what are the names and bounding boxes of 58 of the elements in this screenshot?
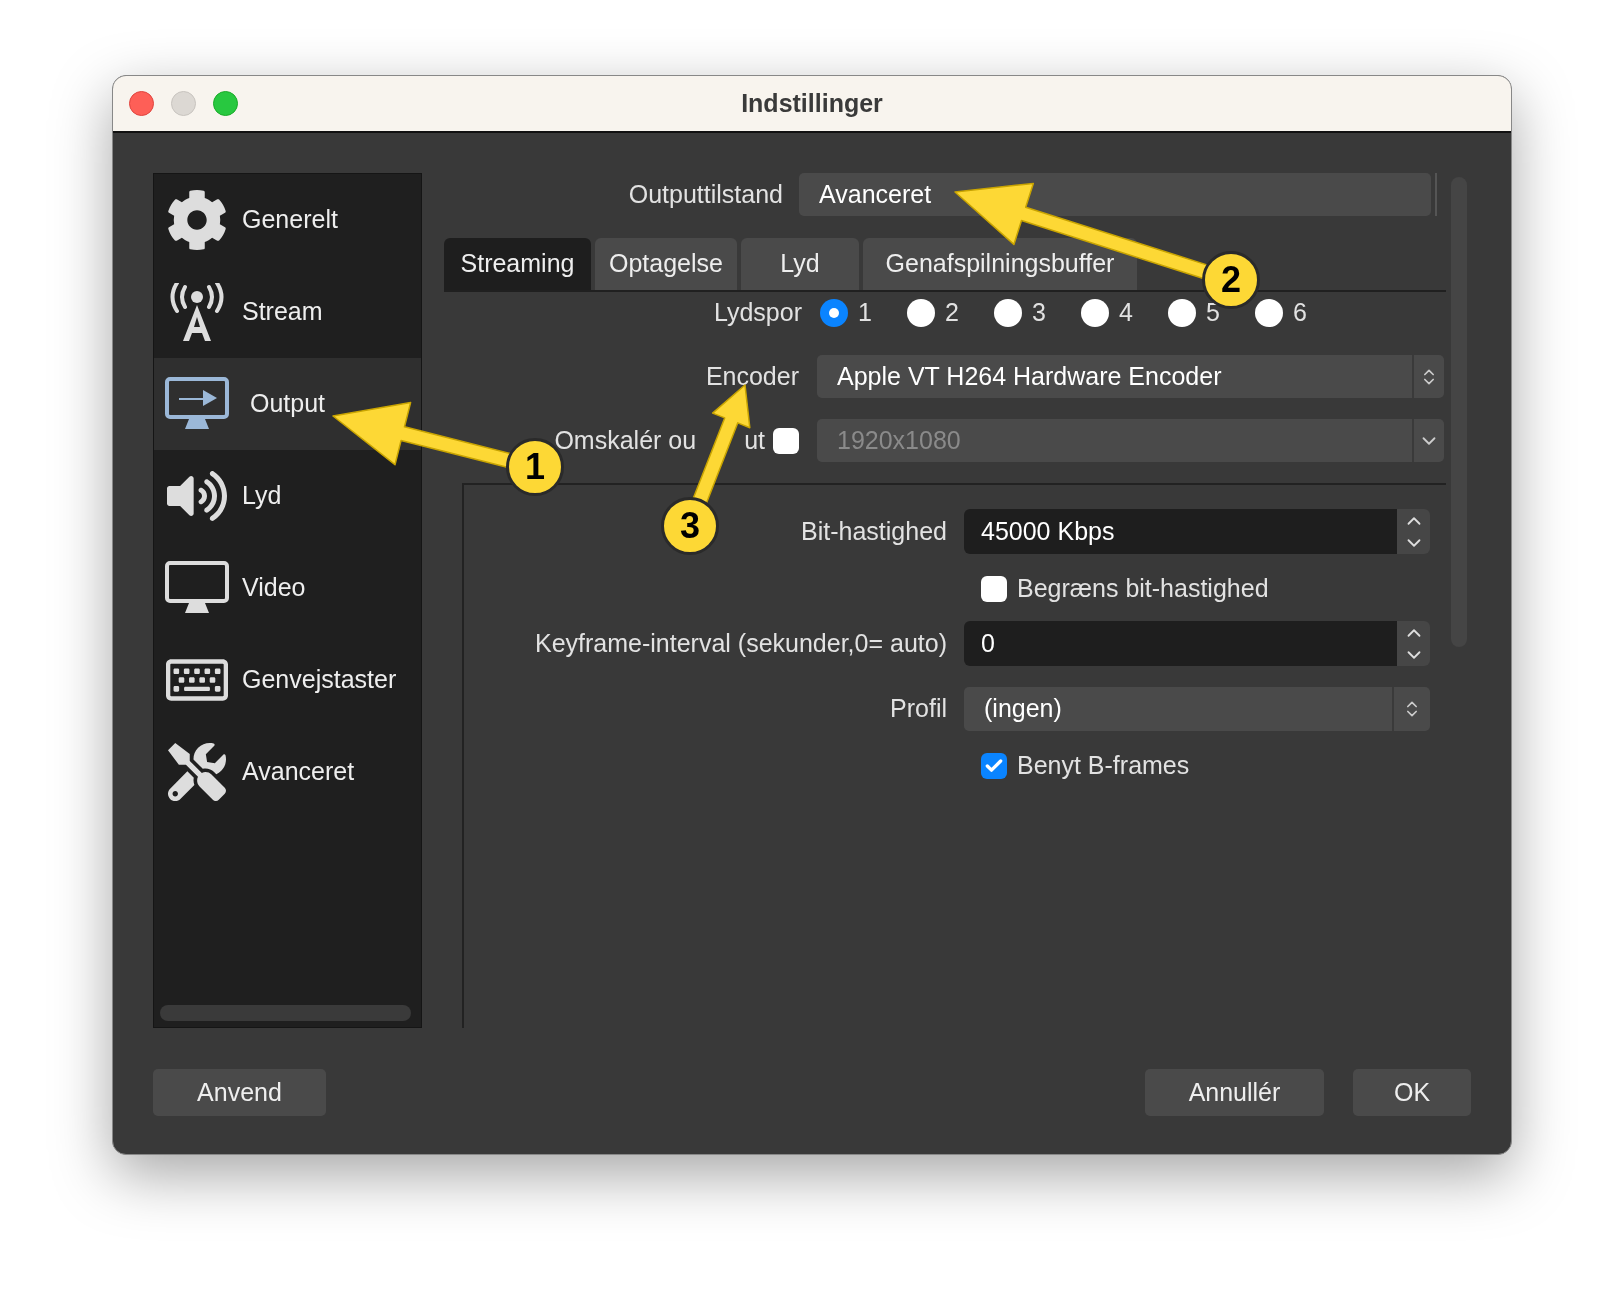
tab[interactable]: Lyd: [741, 238, 859, 290]
radio-button[interactable]: [1168, 299, 1196, 327]
sidebar-item[interactable]: Genvejstaster: [154, 634, 421, 726]
spinner[interactable]: [1397, 621, 1430, 666]
gear-icon: [166, 189, 228, 251]
field-label: Encoder: [704, 360, 800, 392]
radio-label: 3: [1032, 297, 1046, 329]
dropdown[interactable]: Avanceret: [799, 173, 1431, 216]
field-label: Lydspor: [713, 297, 803, 329]
sidebar-item[interactable]: Stream: [154, 266, 421, 358]
sidebar-item[interactable]: Generelt: [154, 174, 421, 266]
sidebar-label: Video: [242, 572, 306, 604]
radio-label: 2: [945, 297, 959, 329]
dropdown[interactable]: (ingen): [964, 687, 1430, 731]
number-field[interactable]: 0: [964, 621, 1397, 666]
radio-button[interactable]: [907, 299, 935, 327]
checkbox-label: Begræns bit-hastighed: [1017, 573, 1269, 605]
radio-button[interactable]: [1255, 299, 1283, 327]
sidebar-label: Lyd: [242, 480, 282, 512]
tools-icon: [168, 743, 226, 801]
field-label: Profil: [890, 693, 947, 725]
sidebar-label: Genvejstaster: [242, 664, 397, 696]
cancel-button[interactable]: Annullér: [1145, 1069, 1324, 1116]
field-label: Outputtilstand: [627, 178, 784, 210]
sidebar-item[interactable]: Avanceret: [154, 726, 421, 818]
sidebar-label: Avanceret: [242, 756, 355, 788]
tab[interactable]: Optagelse: [595, 238, 737, 290]
ok-button[interactable]: OK: [1353, 1069, 1471, 1116]
checkbox[interactable]: [981, 576, 1007, 602]
number-field[interactable]: 45000 Kbps: [964, 509, 1397, 554]
close-button[interactable]: [129, 91, 154, 116]
apply-button[interactable]: Anvend: [153, 1069, 326, 1116]
sidebar-label: Output: [249, 388, 326, 420]
radio-label: 6: [1293, 297, 1307, 329]
checkbox[interactable]: [981, 753, 1007, 779]
monitor-icon: [165, 561, 229, 615]
sidebar-item[interactable]: Output: [154, 358, 421, 450]
radio-label: 1: [858, 297, 872, 329]
sidebar-label: Stream: [242, 296, 323, 328]
monitor-arrow-icon: [165, 377, 229, 431]
spinner[interactable]: [1397, 509, 1430, 554]
radio-button[interactable]: [994, 299, 1022, 327]
field-label: Bit-hastighed: [801, 515, 947, 547]
field-label: Keyframe-interval (sekunder,0= auto): [535, 627, 947, 659]
sidebar-item[interactable]: Video: [154, 542, 421, 634]
tab[interactable]: Genafspilningsbuffer: [863, 238, 1137, 290]
radio-label: 4: [1119, 297, 1133, 329]
scrollbar[interactable]: [160, 1005, 411, 1021]
sidebar-item[interactable]: Lyd: [154, 450, 421, 542]
checkbox-label: Benyt B-frames: [1017, 750, 1190, 782]
radio-button[interactable]: [1081, 299, 1109, 327]
field-label: ut: [744, 424, 765, 456]
window-title: Indstillinger: [741, 87, 883, 119]
zoom-button[interactable]: [213, 91, 238, 116]
dropdown[interactable]: Apple VT H264 Hardware Encoder: [817, 355, 1444, 398]
sidebar-label: Generelt: [242, 204, 338, 236]
tab[interactable]: Streaming: [444, 238, 591, 290]
radio-button[interactable]: [820, 299, 848, 327]
